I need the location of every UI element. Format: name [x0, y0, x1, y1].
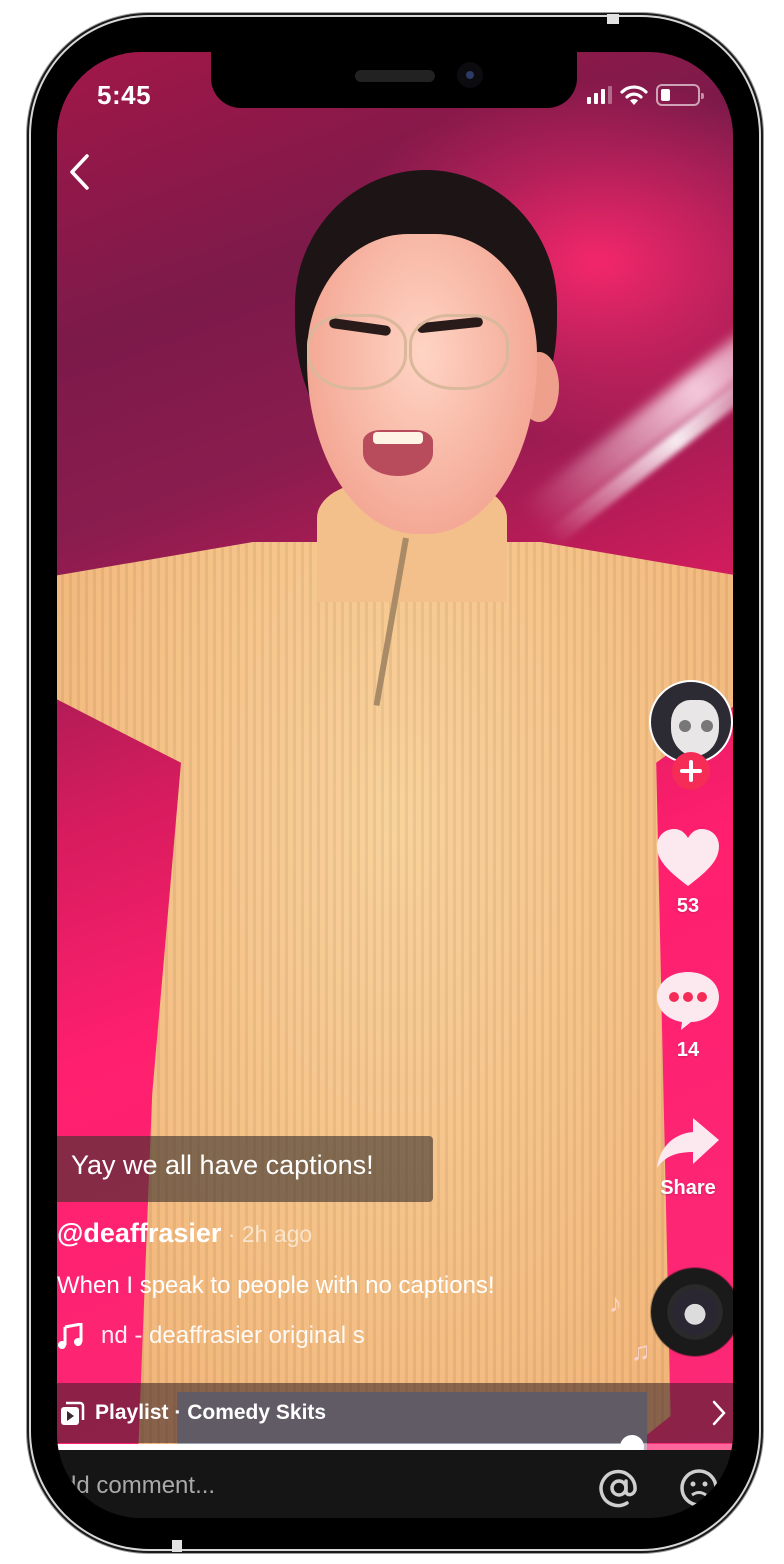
person-teeth	[373, 432, 423, 444]
back-button[interactable]	[63, 150, 95, 194]
heart-icon	[657, 829, 719, 886]
battery-icon	[656, 84, 704, 106]
share-arrow-icon	[657, 1118, 719, 1168]
avatar-eye	[701, 720, 713, 732]
post-description: When I speak to people with no captions!	[57, 1272, 495, 1299]
side-button-mark	[172, 1540, 182, 1552]
floating-note-icon: ♫	[631, 1336, 651, 1366]
speaker-grille	[355, 70, 435, 82]
author-line: @deaffrasier · 2h ago	[57, 1218, 312, 1249]
caption-overlay: Yay we all have captions!	[57, 1136, 433, 1202]
comment-input[interactable]	[57, 1466, 577, 1506]
playlist-bar[interactable]: Playlist · Comedy Skits	[57, 1383, 733, 1443]
caption-text: Yay we all have captions!	[71, 1150, 374, 1180]
playlist-icon	[61, 1401, 85, 1425]
author-handle[interactable]: @deaffrasier	[57, 1218, 221, 1248]
status-icons	[587, 82, 704, 108]
notch	[211, 52, 577, 108]
avatar-eye	[679, 720, 691, 732]
comment-bubble-icon	[657, 972, 719, 1030]
comment-bar	[57, 1450, 733, 1518]
wifi-icon	[620, 85, 648, 105]
chevron-left-icon	[70, 154, 89, 190]
mention-button[interactable]	[597, 1466, 641, 1510]
music-disc-button[interactable]	[651, 1268, 733, 1356]
battery-fill	[661, 89, 670, 101]
sound-text: nd - deaffrasier original s	[101, 1322, 365, 1349]
glasses-lens	[409, 314, 509, 390]
emoji-button[interactable]	[677, 1466, 721, 1510]
side-button-mark	[607, 14, 619, 24]
sound-cover-image	[672, 1289, 718, 1335]
front-camera	[457, 62, 483, 88]
status-time: 5:45	[97, 80, 152, 110]
comment-count: 14	[676, 1039, 700, 1061]
at-sign-icon	[599, 1469, 637, 1508]
glasses-lens	[307, 314, 407, 390]
follow-button[interactable]	[672, 752, 710, 790]
emoji-face-icon	[680, 1469, 718, 1507]
playlist-label: Playlist · Comedy Skits	[95, 1401, 327, 1424]
like-button[interactable]: 53	[643, 828, 733, 918]
music-note-icon	[58, 1323, 83, 1349]
floating-note-icon: ♪	[609, 1288, 622, 1318]
person-sweater	[57, 542, 733, 1452]
cellular-signal-icon	[587, 86, 612, 104]
share-label: Share	[660, 1177, 716, 1199]
share-button[interactable]: Share	[643, 1116, 733, 1200]
post-time: 2h ago	[241, 1221, 313, 1247]
comment-button[interactable]: 14	[643, 970, 733, 1062]
sound-link[interactable]: nd - deaffrasier original s	[57, 1322, 421, 1350]
separator: ·	[221, 1221, 242, 1247]
chevron-right-icon	[712, 1400, 726, 1426]
plus-icon	[680, 760, 702, 782]
like-count: 53	[676, 895, 700, 917]
screen: 5:45 53 14 Share Yay we all have caption…	[57, 52, 733, 1518]
